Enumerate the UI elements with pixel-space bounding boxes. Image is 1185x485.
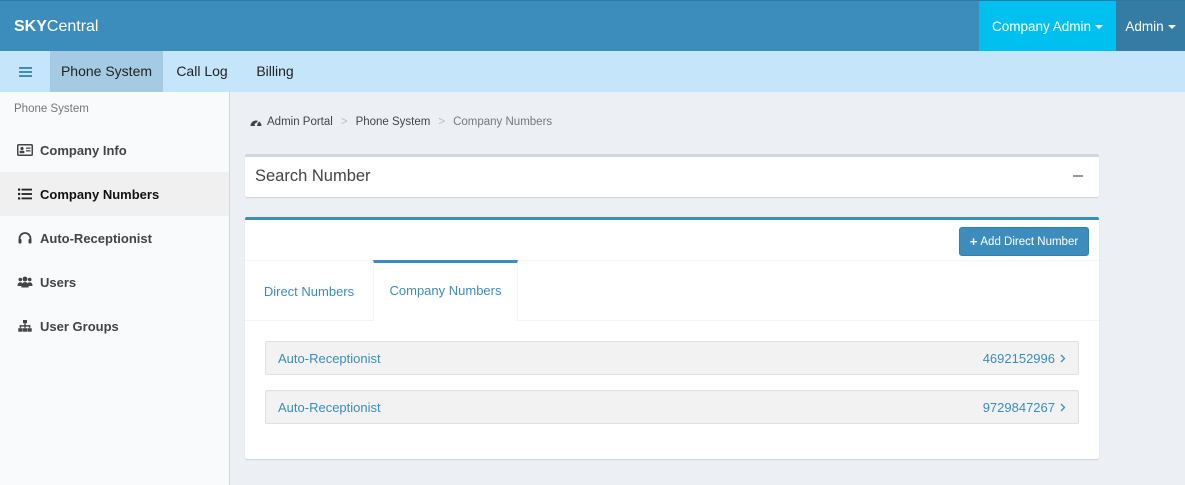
plus-icon: + <box>969 234 978 249</box>
headphones-icon <box>17 231 33 245</box>
breadcrumb-admin-portal[interactable]: Admin Portal <box>267 116 333 128</box>
admin-dropdown[interactable]: Admin <box>1116 1 1185 52</box>
caret-down-icon <box>1167 25 1176 30</box>
dashboard-icon <box>250 117 262 127</box>
sidebar-item-label: Users <box>40 274 77 290</box>
add-direct-number-label: Add Direct Number <box>980 235 1079 248</box>
add-direct-number-button[interactable]: + Add Direct Number <box>959 227 1089 256</box>
sidebar-item-auto-receptionist[interactable]: Auto-Receptionist <box>0 216 229 260</box>
sidebar-item-label: User Groups <box>40 318 119 334</box>
sitemap-icon <box>17 319 33 333</box>
admin-label: Admin <box>1125 19 1164 34</box>
caret-down-icon <box>1095 25 1104 30</box>
search-number-panel: Search Number <box>245 154 1099 197</box>
breadcrumb-company-numbers: Company Numbers <box>453 116 553 128</box>
sidebar-item-user-groups[interactable]: User Groups <box>0 304 229 348</box>
menu-item-call-log[interactable]: Call Log <box>163 51 241 92</box>
list-item[interactable]: Auto-Receptionist 4692152996 <box>265 341 1079 375</box>
brand-logo-bold: SKY <box>14 18 47 35</box>
company-numbers-panel: + Add Direct Number Direct Numbers Compa… <box>245 217 1099 459</box>
menu-item-billing[interactable]: Billing <box>241 51 309 92</box>
tab-company-numbers[interactable]: Company Numbers <box>373 260 518 321</box>
brand-logo-rest: Central <box>46 18 99 35</box>
sidebar-toggle-button[interactable] <box>0 51 50 92</box>
tab-direct-numbers[interactable]: Direct Numbers <box>245 261 373 322</box>
brand-logo[interactable]: SKYCentral <box>14 1 98 52</box>
list-item[interactable]: Auto-Receptionist 9729847267 <box>265 390 1079 424</box>
sidebar-item-company-numbers[interactable]: Company Numbers <box>0 172 229 216</box>
search-number-title: Search Number <box>255 167 371 185</box>
company-admin-label: Company Admin <box>991 19 1092 34</box>
breadcrumb-separator: > <box>340 116 348 128</box>
main-menubar: Phone System Call Log Billing <box>0 51 1185 92</box>
sidebar-item-label: Company Info <box>40 142 127 158</box>
sidebar: Phone System Company Info Company Number… <box>0 92 230 485</box>
number-row-label: Auto-Receptionist <box>278 350 381 366</box>
menu-item-phone-system[interactable]: Phone System <box>50 51 163 92</box>
users-icon <box>17 275 33 289</box>
breadcrumb-phone-system[interactable]: Phone System <box>356 116 431 128</box>
top-navbar: SKYCentral Company Admin Admin <box>0 0 1185 52</box>
id-card-icon <box>17 143 33 157</box>
number-row-value: 9729847267 <box>982 399 1055 415</box>
sidebar-header: Phone System <box>14 103 89 115</box>
list-icon <box>17 187 33 201</box>
breadcrumb: Admin Portal > Phone System > Company Nu… <box>250 116 552 128</box>
chevron-right-icon <box>1060 354 1066 363</box>
breadcrumb-separator: > <box>438 116 446 128</box>
sidebar-item-company-info[interactable]: Company Info <box>0 128 229 172</box>
number-row-value: 4692152996 <box>982 350 1055 366</box>
sidebar-item-label: Auto-Receptionist <box>40 230 152 246</box>
hamburger-icon <box>18 66 32 77</box>
number-tabs: Direct Numbers Company Numbers <box>245 260 1099 321</box>
collapse-minus-icon[interactable] <box>1073 175 1083 177</box>
chevron-right-icon <box>1060 403 1066 412</box>
number-row-label: Auto-Receptionist <box>278 399 381 415</box>
sidebar-item-label: Company Numbers <box>40 186 160 202</box>
sidebar-item-users[interactable]: Users <box>0 260 229 304</box>
company-admin-dropdown[interactable]: Company Admin <box>979 1 1116 52</box>
